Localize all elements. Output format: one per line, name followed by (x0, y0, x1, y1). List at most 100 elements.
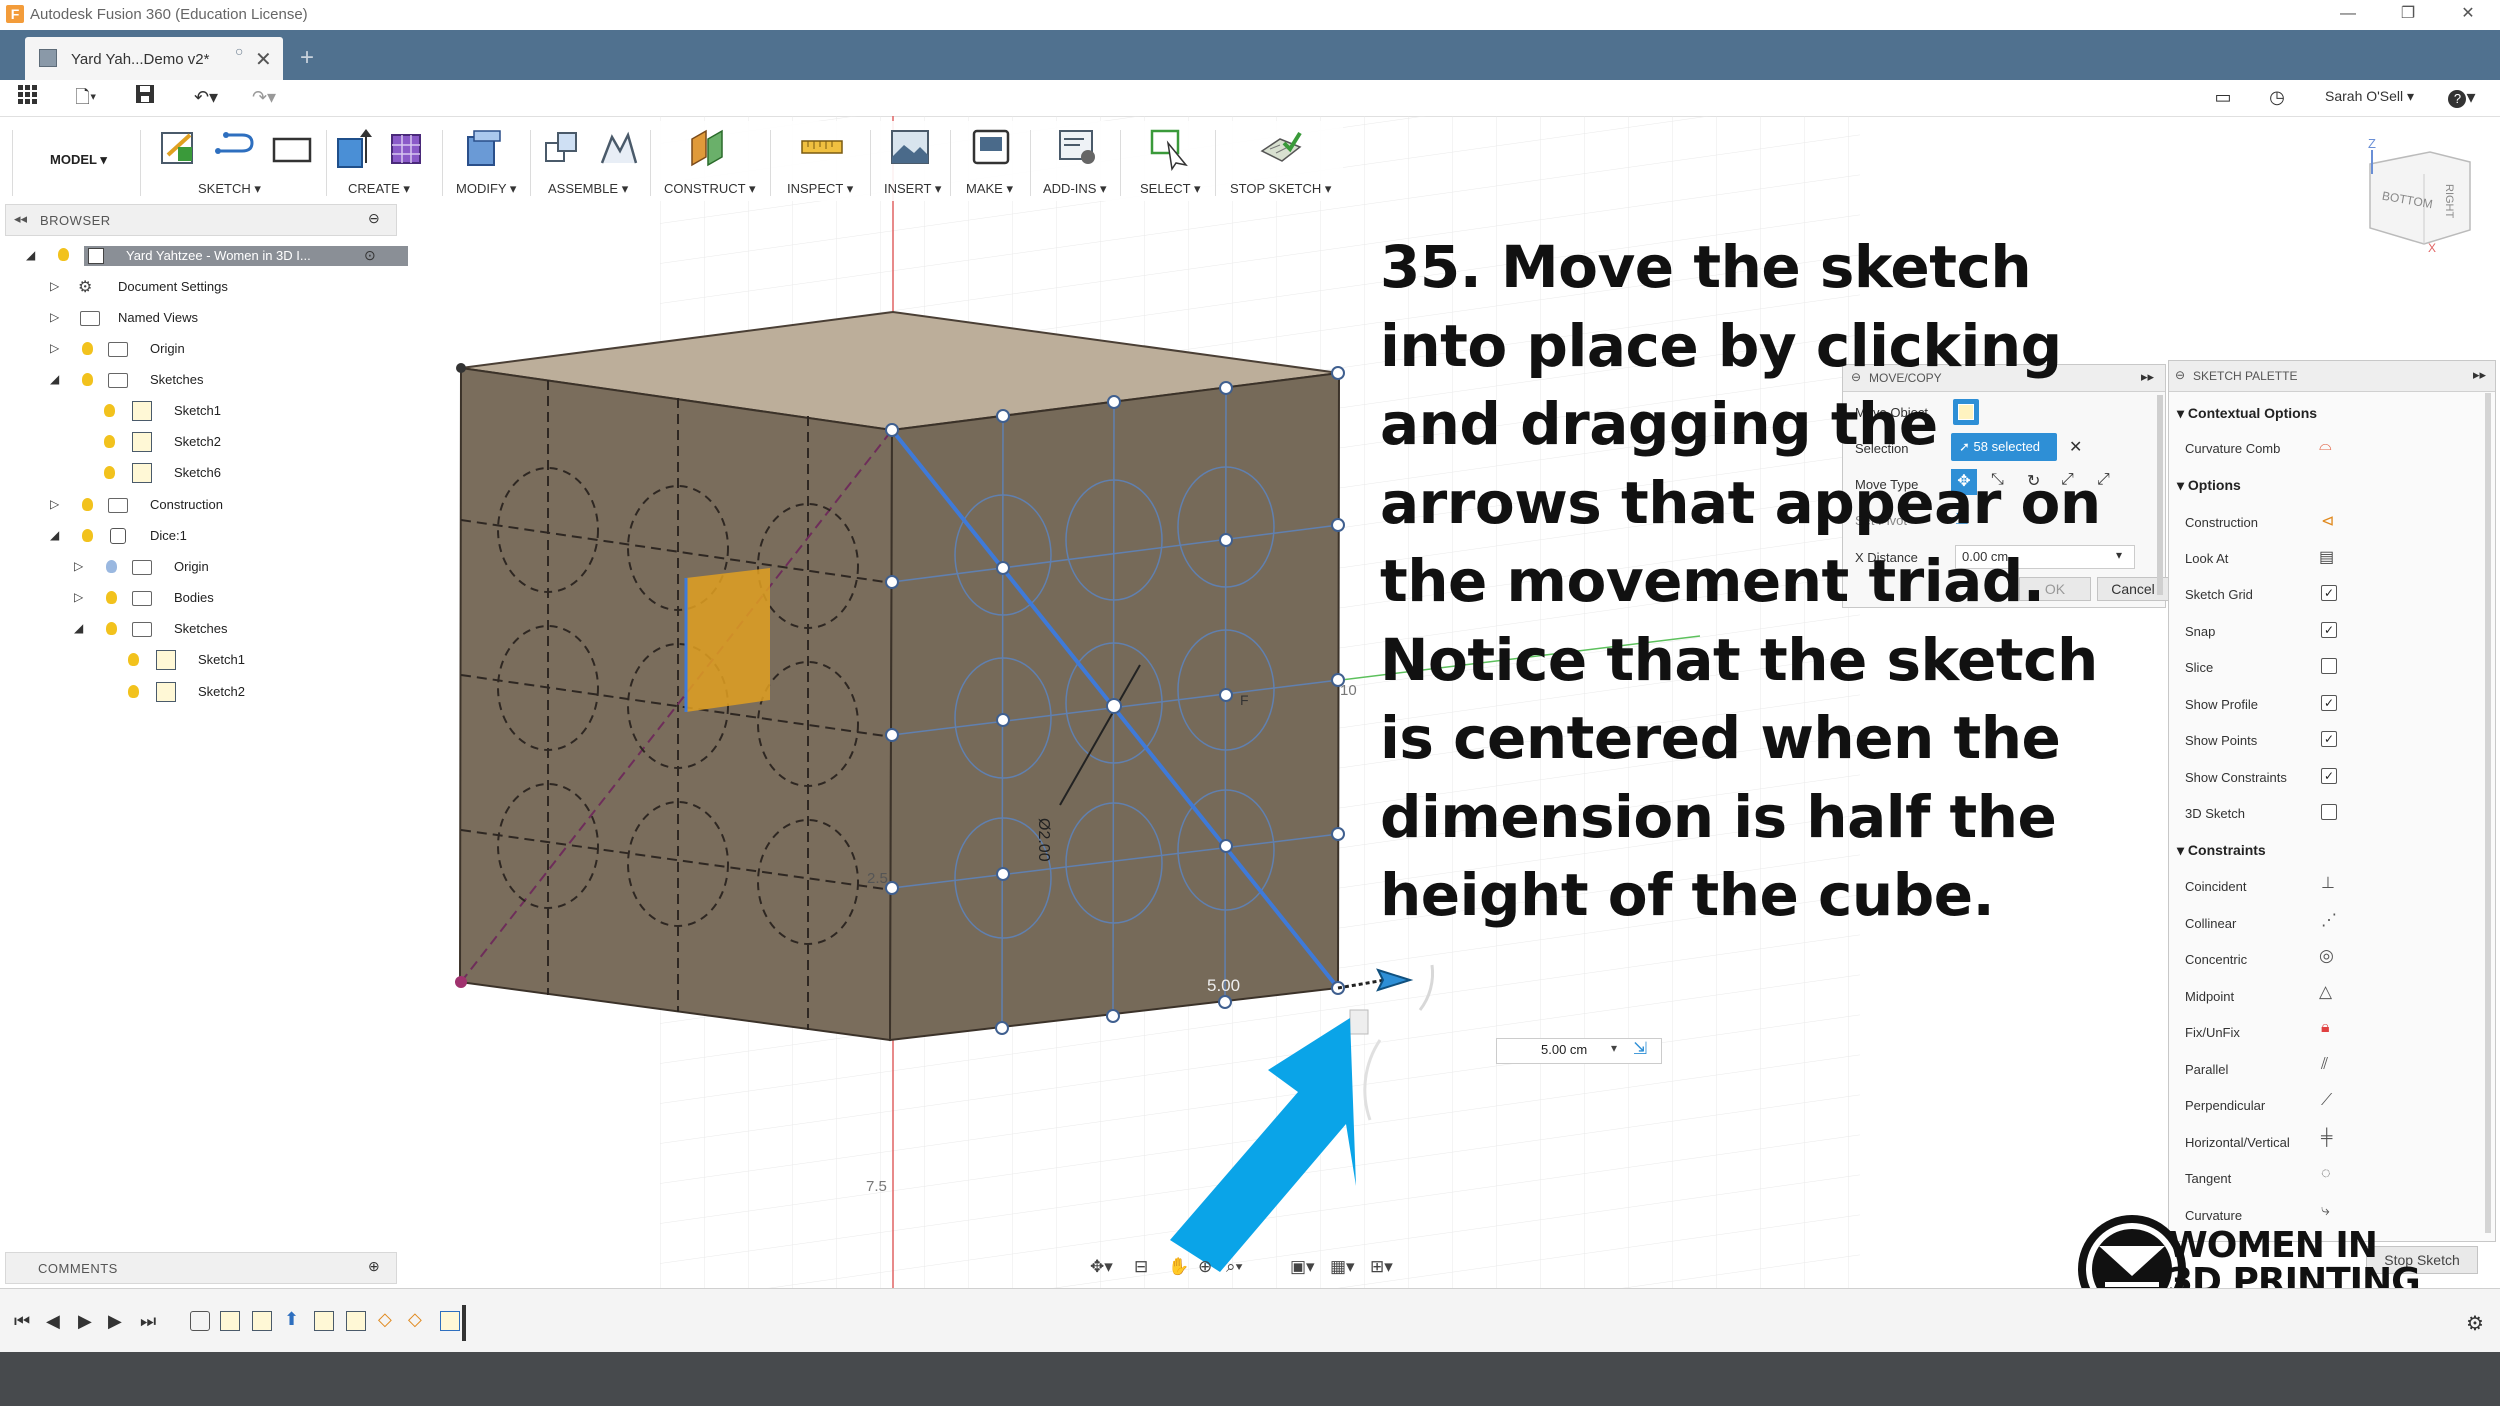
joint-icon[interactable] (596, 125, 644, 171)
browser-item-sketch2[interactable]: Sketch2 (104, 432, 284, 454)
visibility-bulb-icon[interactable] (58, 248, 69, 261)
sketch-feature-icon[interactable] (346, 1311, 366, 1331)
corner-point-top[interactable] (456, 363, 466, 373)
collapsed-triangle-icon[interactable]: ▷ (50, 341, 59, 355)
make-menu[interactable]: MAKE ▾ (966, 181, 1013, 197)
triad-rotation-ring[interactable] (1418, 964, 1435, 1011)
browser-item-document-settings[interactable]: ▷ ⚙ Document Settings (50, 279, 270, 299)
create-sketch-icon[interactable] (156, 125, 204, 171)
line-tool-icon[interactable] (212, 125, 260, 171)
zoom-window-icon[interactable]: ⌕▾ (1226, 1257, 1243, 1277)
browser-panel-header[interactable]: ◂◂ BROWSER ⊖ (5, 204, 397, 236)
zoom-icon[interactable]: ⊕ (1198, 1257, 1212, 1277)
sketch-menu[interactable]: SKETCH ▾ (198, 181, 261, 197)
construction-feature-icon[interactable]: ◇ (378, 1309, 392, 1330)
collinear-icon[interactable]: ⋰ (2321, 910, 2337, 930)
step-forward-icon[interactable]: ▶ (108, 1311, 122, 1332)
rectangle-tool-icon[interactable] (268, 125, 316, 171)
browser-item-origin[interactable]: ▷ Origin (50, 341, 270, 361)
visibility-bulb-icon[interactable] (82, 373, 93, 386)
sketch-feature-icon[interactable] (252, 1311, 272, 1331)
grid-settings-icon[interactable]: ▦▾ (1330, 1257, 1355, 1277)
slice-checkbox[interactable] (2321, 658, 2337, 674)
dim-label-5[interactable]: 5.00 (1207, 976, 1240, 996)
collapsed-triangle-icon[interactable]: ▷ (74, 590, 83, 604)
browser-item-sketches[interactable]: ◢ Sketches (50, 372, 270, 392)
horizontal-vertical-icon[interactable]: ╪ (2321, 1129, 2332, 1147)
show-profile-checkbox[interactable]: ✓ (2321, 695, 2337, 711)
measure-icon[interactable] (798, 125, 846, 171)
new-component-icon[interactable] (540, 125, 588, 171)
browser-item-dice-sketches[interactable]: ◢ Sketches (74, 621, 294, 641)
collapsed-triangle-icon[interactable]: ▷ (74, 559, 83, 573)
play-icon[interactable]: ▶ (78, 1311, 92, 1332)
3d-sketch-checkbox[interactable] (2321, 804, 2337, 820)
browser-item-sketch1[interactable]: Sketch1 (104, 401, 284, 423)
tangent-icon[interactable]: ◌ (2321, 1165, 2331, 1183)
extrude-icon[interactable] (332, 125, 380, 171)
go-to-start-icon[interactable]: ⏮ (14, 1311, 30, 1332)
look-at-icon[interactable]: ▤ (2319, 547, 2334, 567)
sketch-feature-icon[interactable] (220, 1311, 240, 1331)
scripts-addins-icon[interactable] (1054, 125, 1102, 171)
collapse-panel-icon[interactable]: ◂◂ (14, 211, 27, 227)
sketch-feature-icon[interactable] (314, 1311, 334, 1331)
distance-reference-icon[interactable]: ⇲ (1633, 1039, 1647, 1059)
curvature-comb-icon[interactable]: ⌓ (2319, 437, 2332, 455)
offset-plane-icon[interactable] (686, 125, 734, 171)
expanded-triangle-icon[interactable]: ◢ (50, 372, 59, 386)
assemble-menu[interactable]: ASSEMBLE ▾ (548, 181, 628, 197)
browser-item-construction[interactable]: ▷ Construction (50, 497, 270, 517)
distance-input-value[interactable]: 5.00 cm (1541, 1042, 1587, 1057)
press-pull-icon[interactable] (460, 125, 508, 171)
3d-print-icon[interactable] (968, 125, 1016, 171)
visibility-bulb-icon[interactable] (104, 435, 115, 448)
display-settings-icon[interactable]: ▣▾ (1290, 1257, 1315, 1277)
curvature-constraint-icon[interactable]: ⤷ (2321, 1202, 2330, 1220)
snap-checkbox[interactable]: ✓ (2321, 622, 2337, 638)
perpendicular-icon[interactable]: ⟋ (2321, 1092, 2332, 1110)
triad-plane-small-handle[interactable] (1349, 1009, 1369, 1035)
browser-item-dice-sketch2[interactable]: Sketch2 (128, 682, 308, 704)
go-to-end-icon[interactable]: ⏭ (140, 1311, 156, 1332)
visibility-bulb-icon[interactable] (106, 622, 117, 635)
form-icon[interactable] (386, 125, 434, 171)
select-icon[interactable] (1146, 125, 1194, 171)
parallel-icon[interactable]: ⫽ (2321, 1056, 2328, 1074)
dialog-scrollbar[interactable] (2157, 395, 2163, 595)
visibility-bulb-icon[interactable] (82, 529, 93, 542)
sketch-palette-header[interactable]: ⊖ SKETCH PALETTE ▸▸ (2169, 361, 2495, 392)
timeline-settings-gear-icon[interactable]: ⚙ (2466, 1311, 2484, 1336)
select-menu[interactable]: SELECT ▾ (1140, 181, 1200, 197)
visibility-bulb-icon[interactable] (82, 342, 93, 355)
radio-activate-icon[interactable]: ⊙ (364, 247, 376, 264)
triad-rotation-ring-lower[interactable] (1363, 1039, 1382, 1121)
construction-icon[interactable]: ⊲ (2321, 511, 2334, 531)
create-menu[interactable]: CREATE ▾ (348, 181, 410, 197)
visibility-bulb-icon[interactable] (82, 498, 93, 511)
viewports-icon[interactable]: ⊞▾ (1370, 1257, 1393, 1277)
palette-collapse-icon[interactable]: ⊖ (2175, 368, 2185, 382)
browser-item-bodies[interactable]: ▷ Bodies (74, 590, 294, 610)
constraints-header[interactable]: ▾ Constraints (2177, 842, 2266, 859)
insert-menu[interactable]: INSERT ▾ (884, 181, 941, 197)
distance-input-box[interactable]: 5.00 cm ▾ ⇲ (1496, 1038, 1662, 1064)
expanded-triangle-icon[interactable]: ◢ (26, 248, 35, 262)
visibility-bulb-icon[interactable] (128, 685, 139, 698)
modify-menu[interactable]: MODIFY ▾ (456, 181, 516, 197)
step-back-icon[interactable]: ◀ (46, 1311, 60, 1332)
palette-scrollbar[interactable] (2485, 393, 2491, 1233)
construct-menu[interactable]: CONSTRUCT ▾ (664, 181, 756, 197)
visibility-bulb-icon[interactable] (104, 466, 115, 479)
visibility-bulb-icon[interactable] (104, 404, 115, 417)
triad-plane-handle[interactable] (686, 568, 770, 712)
palette-expand-icon[interactable]: ▸▸ (2473, 367, 2486, 383)
collapsed-triangle-icon[interactable]: ▷ (50, 497, 59, 511)
midpoint-icon[interactable]: △ (2319, 982, 2332, 1002)
active-sketch-feature-icon[interactable] (440, 1311, 460, 1331)
browser-item-named-views[interactable]: ▷ Named Views (50, 310, 270, 330)
sketch-grid-checkbox[interactable]: ✓ (2321, 585, 2337, 601)
expanded-triangle-icon[interactable]: ◢ (74, 621, 83, 635)
inspect-menu[interactable]: INSPECT ▾ (787, 181, 853, 197)
collapsed-triangle-icon[interactable]: ▷ (50, 310, 59, 324)
